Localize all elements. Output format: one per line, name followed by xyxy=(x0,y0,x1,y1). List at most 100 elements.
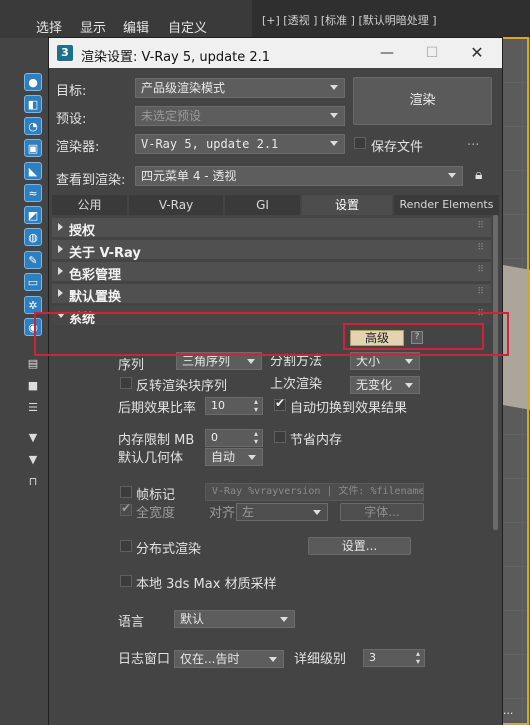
light-icon[interactable]: ◔ xyxy=(24,117,42,135)
frame-stamp-label: 帧标记 xyxy=(136,488,176,503)
chevron-down-icon xyxy=(405,383,413,388)
page-icon[interactable]: ▤ xyxy=(24,354,42,372)
renderer-select[interactable]: V-Ray 5, update 2.1 xyxy=(135,134,345,154)
renderer-value: V-Ray 5, update 2.1 xyxy=(141,137,279,151)
save-file-label: 保存文件 xyxy=(371,140,424,155)
auto-switch-checkbox[interactable] xyxy=(274,396,286,411)
distributed-label: 分布式渲染 xyxy=(136,542,202,557)
default-geometry-label: 默认几何体 xyxy=(118,451,184,466)
rollup-default-displacement[interactable]: 默认置换 ⠿ xyxy=(52,284,491,305)
list-icon[interactable]: ☰ xyxy=(24,398,42,416)
maximize-icon[interactable]: ☐ xyxy=(417,42,447,64)
align-select[interactable]: 左 xyxy=(236,503,328,521)
post-effects-value: 10 xyxy=(211,399,225,412)
spacewarp-icon[interactable]: ≈ xyxy=(24,184,42,202)
mem-limit-spinner[interactable]: 0 xyxy=(205,429,263,447)
distributed-settings-button[interactable]: 设置... xyxy=(308,537,411,555)
rollup-about[interactable]: 关于 V-Ray ⠿ xyxy=(52,240,491,261)
viewport-label-bar: [+] [透视 ] [标准 ] [默认明暗处理 ] xyxy=(252,0,530,38)
chevron-down-icon xyxy=(313,510,321,515)
filter-icon[interactable]: ▼ xyxy=(24,450,42,468)
reverse-checkbox[interactable] xyxy=(120,377,132,389)
auto-switch-label: 自动切换到效果结果 xyxy=(290,401,408,416)
reverse-label: 反转渲染块序列 xyxy=(136,379,228,394)
left-toolbar: ● ◧ ◔ ▣ ◣ ≈ ◩ ◍ ✎ ▭ ✲ ◉ ▤ ■ ☰ ▼ ▼ ⊓ xyxy=(0,38,50,725)
drag-handle-icon[interactable]: ⠿ xyxy=(477,221,484,231)
last-render-select[interactable]: 无变化 xyxy=(350,376,420,394)
close-icon[interactable]: ✕ xyxy=(462,42,492,64)
systems-icon[interactable]: ◩ xyxy=(24,206,42,224)
expand-icon xyxy=(58,245,63,253)
chevron-down-icon xyxy=(405,359,413,364)
globe-icon[interactable]: ◍ xyxy=(24,228,42,246)
view-label: 查看到渲染: xyxy=(56,173,126,188)
verbosity-label: 详细级别 xyxy=(294,652,347,667)
last-render-label: 上次渲染 xyxy=(270,377,323,392)
menu-edit[interactable]: 编辑 xyxy=(123,17,149,36)
expand-icon xyxy=(58,289,63,297)
render-frame-icon[interactable]: ▭ xyxy=(24,273,42,291)
square-icon[interactable]: ■ xyxy=(24,376,42,394)
distributed-checkbox[interactable] xyxy=(120,540,132,552)
language-value: 默认 xyxy=(180,612,205,626)
rollup-color-management[interactable]: 色彩管理 ⠿ xyxy=(52,262,491,283)
minimize-icon[interactable]: — xyxy=(372,42,402,64)
rollup-label: 默认置换 xyxy=(69,290,122,305)
language-select[interactable]: 默认 xyxy=(174,610,295,628)
shapes-icon[interactable]: ◧ xyxy=(24,95,42,113)
frame-stamp-checkbox[interactable] xyxy=(120,486,132,498)
chevron-down-icon xyxy=(247,359,255,364)
language-label: 语言 xyxy=(118,615,145,630)
menu-customize[interactable]: 自定义 xyxy=(168,17,207,36)
preset-select[interactable]: 未选定预设 xyxy=(135,106,345,126)
drag-handle-icon[interactable]: ⠿ xyxy=(477,243,484,253)
highlight-box-advanced xyxy=(343,323,484,350)
helper-icon[interactable]: ◣ xyxy=(24,162,42,180)
rollup-authorization[interactable]: 授权 ⠿ xyxy=(52,218,491,239)
target-select[interactable]: 产品级渲染模式 xyxy=(135,78,345,98)
filter-gear-icon[interactable]: ▼ xyxy=(24,428,42,446)
log-window-select[interactable]: 仅在...告时 xyxy=(174,650,284,668)
render-button[interactable]: 渲染 xyxy=(353,77,492,125)
default-geometry-select[interactable]: 自动 xyxy=(205,448,263,466)
sphere-icon[interactable]: ● xyxy=(24,73,42,91)
font-button[interactable]: 字体... xyxy=(340,503,424,521)
log-window-value: 仅在...告时 xyxy=(180,652,240,666)
view-select[interactable]: 四元菜单 4 - 透视 xyxy=(135,166,463,186)
rollup-label: 授权 xyxy=(69,224,96,239)
tab-bar: 公用 V-Ray GI 设置 Render Elements xyxy=(49,195,502,215)
brush-icon[interactable]: ✎ xyxy=(24,251,42,269)
title-bar[interactable]: 3 渲染设置: V-Ray 5, update 2.1 — ☐ ✕ xyxy=(49,38,502,68)
render-settings-dialog: 3 渲染设置: V-Ray 5, update 2.1 — ☐ ✕ 目标: 产品… xyxy=(49,38,502,725)
scrollbar-thumb[interactable] xyxy=(493,215,498,530)
tab-gi[interactable]: GI xyxy=(225,195,300,215)
max-app-icon: 3 xyxy=(57,45,73,61)
dialog-title: 渲染设置: V-Ray 5, update 2.1 xyxy=(81,50,271,65)
full-width-checkbox[interactable] xyxy=(120,501,132,516)
post-effects-spinner[interactable]: 10 xyxy=(205,397,263,415)
last-render-value: 无变化 xyxy=(356,378,393,392)
view-value: 四元菜单 4 - 透视 xyxy=(141,169,237,183)
full-width-label: 全宽度 xyxy=(136,506,176,521)
frame-stamp-field[interactable]: V-Ray %vrayversion | 文件: %filename xyxy=(205,483,424,501)
viewport-label[interactable]: [+] [透视 ] [标准 ] [默认明暗处理 ] xyxy=(262,12,437,28)
camera-icon[interactable]: ▣ xyxy=(24,139,42,157)
drag-handle-icon[interactable]: ⠿ xyxy=(477,265,484,275)
save-file-checkbox[interactable] xyxy=(354,137,366,149)
layer-icon[interactable]: ⊓ xyxy=(24,472,42,490)
tab-vray[interactable]: V-Ray xyxy=(129,195,223,215)
tab-settings[interactable]: 设置 xyxy=(302,195,392,215)
renderer-label: 渲染器: xyxy=(56,140,100,155)
verbosity-value: 3 xyxy=(369,651,376,664)
lock-icon[interactable]: 🔒︎ xyxy=(475,167,482,183)
menu-select[interactable]: 选择 xyxy=(36,17,62,36)
sequence-label: 序列 xyxy=(118,358,145,373)
tab-common[interactable]: 公用 xyxy=(52,195,127,215)
save-file-browse-button[interactable]: ... xyxy=(467,134,479,149)
tab-render-elements[interactable]: Render Elements xyxy=(394,195,499,215)
verbosity-spinner[interactable]: 3 xyxy=(363,649,425,667)
drag-handle-icon[interactable]: ⠿ xyxy=(477,287,484,297)
menu-display[interactable]: 显示 xyxy=(80,17,106,36)
local-3ds-checkbox[interactable] xyxy=(120,575,132,587)
save-memory-checkbox[interactable] xyxy=(274,431,286,443)
